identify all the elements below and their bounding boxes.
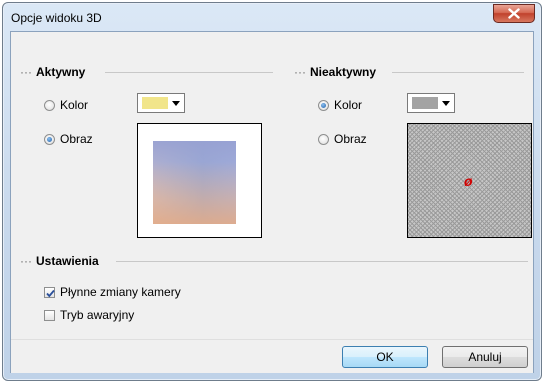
inactive-image-label: Obraz (334, 132, 367, 146)
active-color-dropdown[interactable] (137, 93, 185, 113)
button-bar: OK Anuluj (11, 339, 533, 373)
group-inactive-header: ··· Nieaktywny (294, 65, 528, 79)
smooth-camera-label: Płynne zmiany kamery (60, 285, 181, 299)
safe-mode-label: Tryb awaryjny (60, 308, 135, 322)
active-color-swatch (142, 97, 168, 109)
active-color-label: Kolor (60, 98, 89, 112)
header-dots: ··· (294, 65, 306, 79)
smooth-camera-checkbox[interactable]: Płynne zmiany kamery (44, 285, 181, 299)
chevron-down-icon (172, 101, 180, 106)
active-image-preview[interactable] (137, 123, 262, 238)
header-dots: ··· (20, 254, 32, 268)
group-settings-header: ··· Ustawienia (20, 254, 528, 268)
group-inactive-title: Nieaktywny (310, 65, 377, 79)
ok-button[interactable]: OK (342, 346, 428, 368)
active-image-radio[interactable]: Obraz (44, 132, 93, 146)
gradient-image (153, 141, 236, 224)
dialog-window: Opcje widoku 3D ··· Aktywny Kolor Obraz (2, 2, 542, 381)
group-active-header: ··· Aktywny (20, 65, 273, 79)
checkbox[interactable] (44, 286, 55, 298)
divider-line (105, 72, 273, 73)
checkmark-icon (46, 289, 55, 297)
checkbox[interactable] (44, 309, 55, 321)
radio-button-checked[interactable] (318, 99, 329, 111)
inactive-color-dropdown[interactable] (407, 93, 455, 113)
no-image-icon: ø (464, 173, 473, 189)
divider-line (116, 261, 528, 262)
safe-mode-checkbox[interactable]: Tryb awaryjny (44, 308, 134, 322)
active-image-label: Obraz (60, 132, 93, 146)
cancel-button[interactable]: Anuluj (442, 346, 528, 368)
inactive-image-radio[interactable]: Obraz (318, 132, 367, 146)
group-active-title: Aktywny (36, 65, 86, 79)
radio-button[interactable] (318, 133, 329, 145)
inactive-color-swatch (412, 97, 438, 109)
chevron-down-icon (442, 101, 450, 106)
inactive-image-preview[interactable]: ø (407, 123, 532, 238)
inactive-color-radio[interactable]: Kolor (318, 98, 362, 112)
active-color-radio[interactable]: Kolor (44, 98, 88, 112)
close-icon (508, 8, 520, 19)
title-bar[interactable]: Opcje widoku 3D (3, 3, 541, 31)
radio-button[interactable] (44, 99, 55, 111)
group-settings-title: Ustawienia (36, 254, 99, 268)
divider-line (392, 72, 524, 73)
dialog-client-area: ··· Aktywny Kolor Obraz ··· Nieaktywny K… (10, 31, 534, 373)
header-dots: ··· (20, 65, 32, 79)
close-button[interactable] (493, 4, 535, 23)
radio-button-checked[interactable] (44, 133, 55, 145)
window-title: Opcje widoku 3D (11, 11, 102, 25)
inactive-color-label: Kolor (334, 98, 363, 112)
